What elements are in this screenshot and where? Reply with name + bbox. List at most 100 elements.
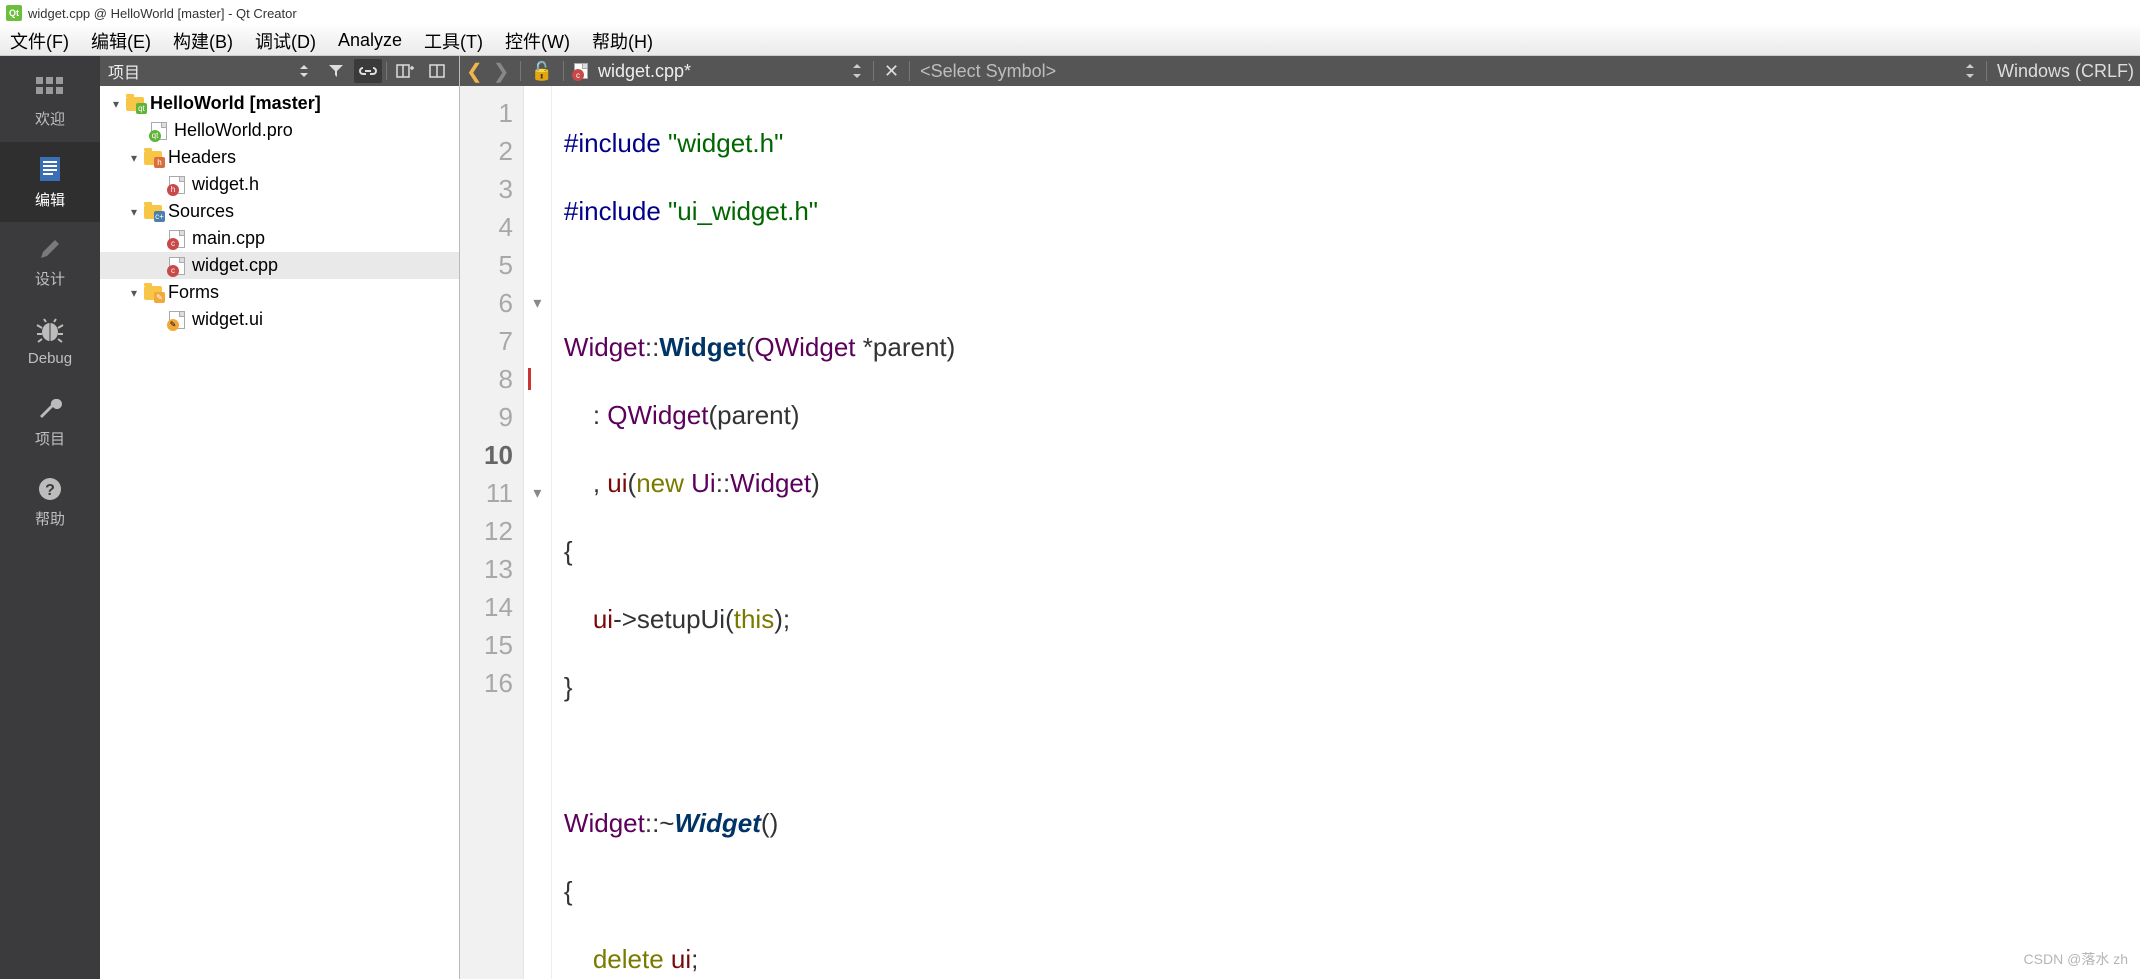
- code-token: parent: [873, 332, 947, 362]
- chevron-down-icon[interactable]: ▾: [126, 205, 142, 219]
- filter-icon[interactable]: [322, 59, 350, 83]
- lock-icon[interactable]: 🔓: [531, 61, 553, 82]
- line-number[interactable]: 2: [484, 132, 513, 170]
- split-icon[interactable]: [423, 59, 451, 83]
- menu-tools[interactable]: 工具(T): [424, 28, 483, 54]
- line-number[interactable]: 8: [484, 360, 513, 398]
- code-area[interactable]: #include "widget.h" #include "ui_widget.…: [552, 86, 2140, 979]
- rail-edit-label: 编辑: [35, 189, 65, 210]
- menu-build[interactable]: 构建(B): [173, 28, 233, 54]
- tree-headers-label: Headers: [168, 147, 236, 168]
- menu-edit[interactable]: 编辑(E): [91, 28, 151, 54]
- link-icon[interactable]: [354, 59, 382, 83]
- rail-help-label: 帮助: [35, 508, 65, 529]
- sort-icon[interactable]: [290, 59, 318, 83]
- line-ending-label[interactable]: Windows (CRLF): [1997, 61, 2134, 82]
- project-panel: 项目 ▾ qt HelloWorld [master] qt HelloWorl…: [100, 56, 460, 979]
- split-add-icon[interactable]: [391, 59, 419, 83]
- close-icon[interactable]: ✕: [884, 61, 899, 82]
- rail-debug[interactable]: Debug: [0, 302, 100, 382]
- symbol-selector-icon[interactable]: [1964, 64, 1976, 78]
- pencil-icon: [37, 236, 63, 262]
- project-tree[interactable]: ▾ qt HelloWorld [master] qt HelloWorld.p…: [100, 86, 459, 979]
- tree-pro-file[interactable]: qt HelloWorld.pro: [100, 117, 459, 144]
- line-number[interactable]: 15: [484, 626, 513, 664]
- menu-widgets[interactable]: 控件(W): [505, 28, 570, 54]
- tree-project-root[interactable]: ▾ qt HelloWorld [master]: [100, 90, 459, 117]
- menu-analyze[interactable]: Analyze: [338, 30, 402, 51]
- tree-widget-ui-label: widget.ui: [192, 309, 263, 330]
- line-number[interactable]: 9: [484, 398, 513, 436]
- rail-edit[interactable]: 编辑: [0, 142, 100, 222]
- tree-main-cpp-label: main.cpp: [192, 228, 265, 249]
- fold-marker-icon[interactable]: ▾: [524, 474, 551, 512]
- code-token: ui: [607, 468, 627, 498]
- rail-design[interactable]: 设计: [0, 222, 100, 302]
- folder-icon: ✎: [142, 286, 164, 300]
- folder-icon: qt: [124, 97, 146, 111]
- bug-icon: [35, 318, 65, 344]
- tree-main-cpp[interactable]: c main.cpp: [100, 225, 459, 252]
- code-token: Widget: [659, 332, 745, 362]
- code-token: "widget.h": [668, 128, 783, 158]
- tree-forms[interactable]: ▾ ✎ Forms: [100, 279, 459, 306]
- chevron-down-icon[interactable]: ▾: [108, 97, 124, 111]
- tree-sources[interactable]: ▾ c+ Sources: [100, 198, 459, 225]
- file-icon: c: [166, 230, 188, 248]
- tree-forms-label: Forms: [168, 282, 219, 303]
- project-panel-title[interactable]: 项目: [108, 59, 140, 83]
- line-gutter[interactable]: 1 2 3 4 5 6 7 8 9 10 11 12 13 14 15 16: [460, 86, 524, 979]
- tree-project-label: HelloWorld [master]: [150, 93, 321, 114]
- cursor-indicator: [528, 368, 531, 390]
- symbol-selector[interactable]: <Select Symbol>: [920, 61, 1954, 82]
- rail-project[interactable]: 项目: [0, 382, 100, 462]
- chevron-down-icon[interactable]: ▾: [126, 151, 142, 165]
- document-icon: [37, 155, 63, 183]
- tree-widget-cpp[interactable]: c widget.cpp: [100, 252, 459, 279]
- rail-help[interactable]: ? 帮助: [0, 462, 100, 542]
- line-number[interactable]: 13: [484, 550, 513, 588]
- line-number[interactable]: 5: [484, 246, 513, 284]
- tree-widget-h-label: widget.h: [192, 174, 259, 195]
- question-icon: ?: [37, 476, 63, 502]
- line-number[interactable]: 14: [484, 588, 513, 626]
- tree-widget-h[interactable]: h widget.h: [100, 171, 459, 198]
- code-token: parent: [717, 400, 791, 430]
- line-number[interactable]: 3: [484, 170, 513, 208]
- line-number[interactable]: 11: [484, 474, 513, 512]
- line-number[interactable]: 6: [484, 284, 513, 322]
- tree-headers[interactable]: ▾ h Headers: [100, 144, 459, 171]
- file-selector-icon[interactable]: [851, 64, 863, 78]
- editor-toolbar: ❮ ❯ 🔓 c widget.cpp* ✕ <Select Symbol> Wi…: [460, 56, 2140, 86]
- app-icon: Qt: [6, 5, 22, 21]
- editor-filename[interactable]: widget.cpp*: [598, 61, 691, 82]
- file-icon: h: [166, 176, 188, 194]
- rail-debug-label: Debug: [28, 350, 72, 367]
- code-token: Widget: [674, 808, 760, 838]
- line-number[interactable]: 12: [484, 512, 513, 550]
- line-number[interactable]: 1: [484, 94, 513, 132]
- chevron-down-icon[interactable]: ▾: [126, 286, 142, 300]
- line-number[interactable]: 16: [484, 664, 513, 702]
- menu-help[interactable]: 帮助(H): [592, 28, 653, 54]
- line-number[interactable]: 4: [484, 208, 513, 246]
- rail-welcome[interactable]: 欢迎: [0, 62, 100, 142]
- file-icon: c: [166, 257, 188, 275]
- tree-widget-ui[interactable]: ✎ widget.ui: [100, 306, 459, 333]
- wrench-icon: [37, 396, 63, 422]
- code-token: delete: [593, 944, 664, 974]
- back-icon[interactable]: ❮: [466, 59, 483, 84]
- code-token: #include: [564, 128, 661, 158]
- rail-design-label: 设计: [35, 268, 65, 289]
- line-number[interactable]: 7: [484, 322, 513, 360]
- fold-column[interactable]: ▾ ▾: [524, 86, 552, 979]
- menu-file[interactable]: 文件(F): [10, 28, 69, 54]
- svg-text:?: ?: [45, 482, 55, 499]
- menu-debug[interactable]: 调试(D): [255, 28, 316, 54]
- title-bar: Qt widget.cpp @ HelloWorld [master] - Qt…: [0, 0, 2140, 26]
- line-number[interactable]: 10: [484, 436, 513, 474]
- fold-marker-icon[interactable]: ▾: [524, 284, 551, 322]
- mode-rail: 欢迎 编辑 设计 Debug 项目 ?: [0, 56, 100, 979]
- editor-body[interactable]: 1 2 3 4 5 6 7 8 9 10 11 12 13 14 15 16 ▾: [460, 86, 2140, 979]
- forward-icon[interactable]: ❯: [493, 59, 510, 84]
